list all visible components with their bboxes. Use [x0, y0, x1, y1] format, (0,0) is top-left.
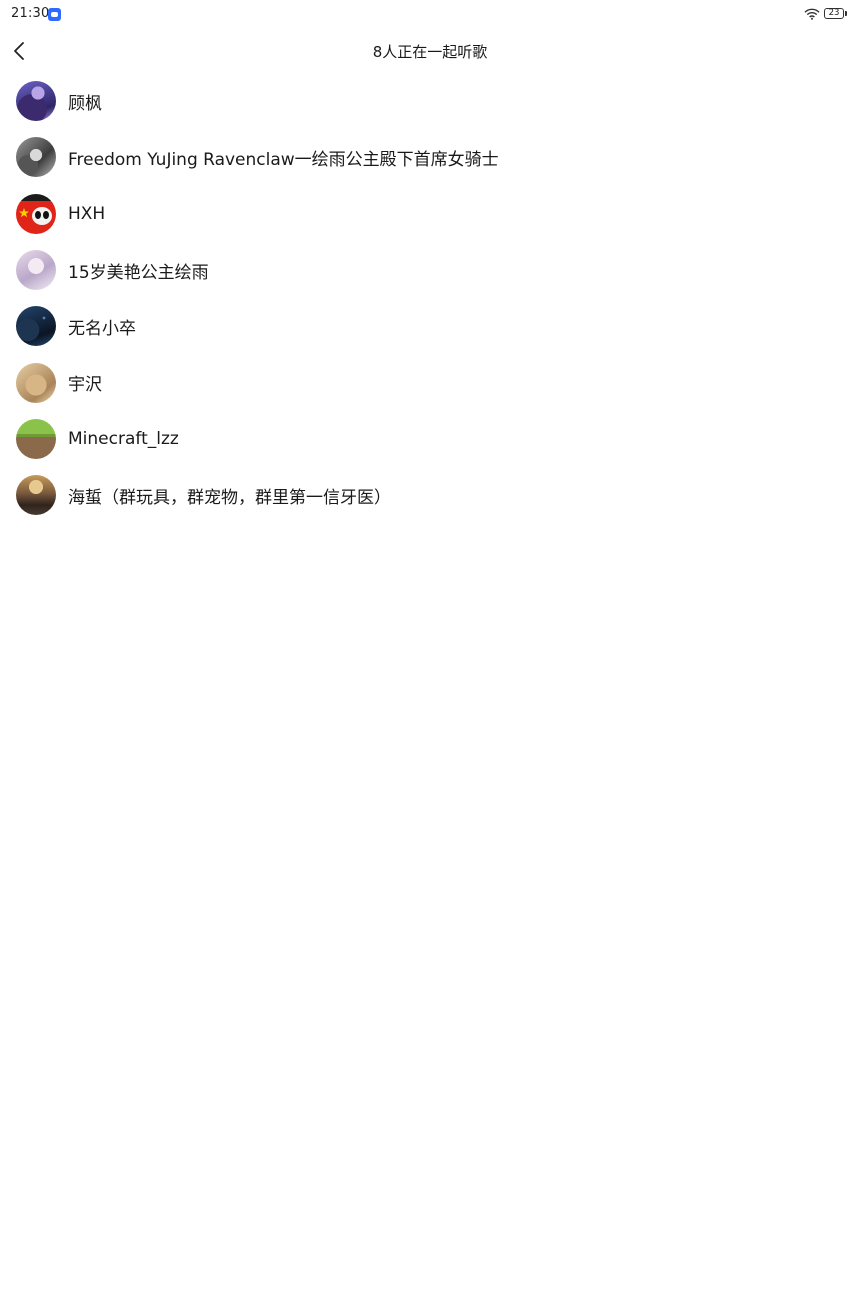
avatar[interactable] — [16, 475, 56, 516]
page-header: 8人正在一起听歌 — [0, 28, 860, 74]
list-item[interactable]: 宇沢 — [0, 354, 860, 410]
battery-tip — [845, 11, 847, 16]
status-time: 21:30 — [11, 6, 50, 21]
list-item[interactable]: Minecraft_lzz — [0, 411, 860, 467]
member-list: 顾枫 Freedom YuJing Ravenclaw一绘雨公主殿下首席女骑士 … — [0, 73, 860, 523]
avatar[interactable] — [16, 137, 56, 178]
list-item[interactable]: HXH — [0, 186, 860, 242]
page-title: 8人正在一起听歌 — [372, 43, 488, 61]
member-name: Freedom YuJing Ravenclaw一绘雨公主殿下首席女骑士 — [68, 149, 499, 170]
avatar[interactable] — [16, 362, 56, 403]
wifi-icon — [804, 8, 820, 20]
avatar[interactable] — [16, 306, 56, 347]
member-name: Minecraft_lzz — [68, 428, 179, 449]
avatar[interactable] — [16, 193, 56, 234]
member-name: HXH — [68, 203, 106, 224]
list-item[interactable]: 顾枫 — [0, 73, 860, 129]
member-name: 无名小卒 — [68, 318, 136, 339]
list-item[interactable]: 无名小卒 — [0, 298, 860, 354]
list-item[interactable]: Freedom YuJing Ravenclaw一绘雨公主殿下首席女骑士 — [0, 129, 860, 185]
avatar[interactable] — [16, 418, 56, 459]
battery-indicator: 23 — [824, 8, 844, 19]
chat-app-icon — [48, 8, 61, 21]
member-name: 顾枫 — [68, 93, 102, 114]
list-item[interactable]: 海蜇（群玩具，群宠物，群里第一信牙医） — [0, 467, 860, 523]
status-bar: 21:30 23 — [0, 0, 860, 28]
list-item[interactable]: 15岁美艳公主绘雨 — [0, 242, 860, 298]
flag-star-icon — [19, 206, 52, 225]
member-name: 海蜇（群玩具，群宠物，群里第一信牙医） — [68, 487, 391, 508]
avatar[interactable] — [16, 81, 56, 122]
member-name: 宇沢 — [68, 375, 102, 396]
avatar[interactable] — [16, 250, 56, 291]
member-name: 15岁美艳公主绘雨 — [68, 262, 209, 283]
